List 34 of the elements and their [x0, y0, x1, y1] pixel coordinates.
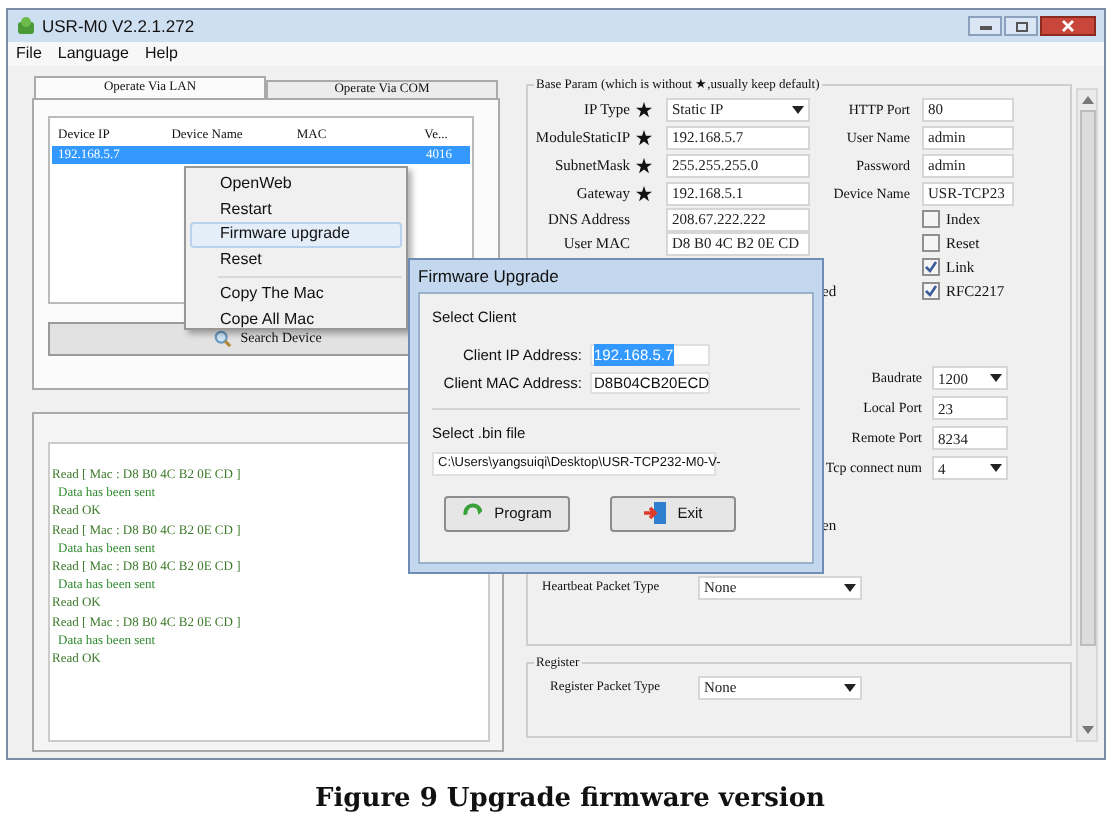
star-icon: [636, 157, 652, 174]
figure-caption: Figure 9 Upgrade firmware version: [315, 782, 825, 818]
menu-item[interactable]: Restart: [190, 197, 402, 222]
app-icon: [16, 16, 36, 36]
star-icon: [636, 101, 652, 118]
maximize-button[interactable]: [1004, 16, 1038, 36]
minimize-button[interactable]: [968, 16, 1002, 36]
close-icon: [1062, 20, 1074, 32]
dropdown-caret-icon[interactable]: [792, 105, 804, 114]
menu-item[interactable]: Language: [57, 42, 129, 66]
menu-item[interactable]: Firmware upgrade: [190, 222, 402, 247]
checkbox[interactable]: [922, 234, 940, 253]
checkbox[interactable]: [922, 210, 940, 229]
close-button[interactable]: [1040, 16, 1096, 36]
scrollbar[interactable]: [1076, 88, 1098, 742]
star-icon: [636, 185, 652, 202]
menu-item[interactable]: Help: [144, 42, 178, 66]
window-title: USR-M0 V2.2.1.272: [42, 13, 195, 39]
dropdown-caret-icon[interactable]: [844, 683, 856, 692]
menu-item[interactable]: Copy The Mac: [190, 282, 402, 307]
checkbox[interactable]: [922, 282, 940, 301]
exit-door-icon: [643, 502, 668, 524]
search-icon: [214, 330, 233, 348]
checkbox[interactable]: [922, 258, 940, 277]
scroll-down-icon[interactable]: [1081, 724, 1093, 736]
dropdown-caret-icon[interactable]: [844, 583, 856, 592]
menu-item[interactable]: File: [16, 42, 42, 66]
star-icon: [636, 129, 652, 146]
menu-item[interactable]: Reset: [190, 247, 402, 272]
scroll-up-icon[interactable]: [1081, 94, 1093, 106]
dropdown-caret-icon[interactable]: [990, 464, 1002, 473]
menu-item[interactable]: OpenWeb: [190, 172, 402, 197]
dropdown-caret-icon[interactable]: [990, 374, 1002, 383]
dialog-title: Firmware Upgrade: [418, 263, 559, 289]
